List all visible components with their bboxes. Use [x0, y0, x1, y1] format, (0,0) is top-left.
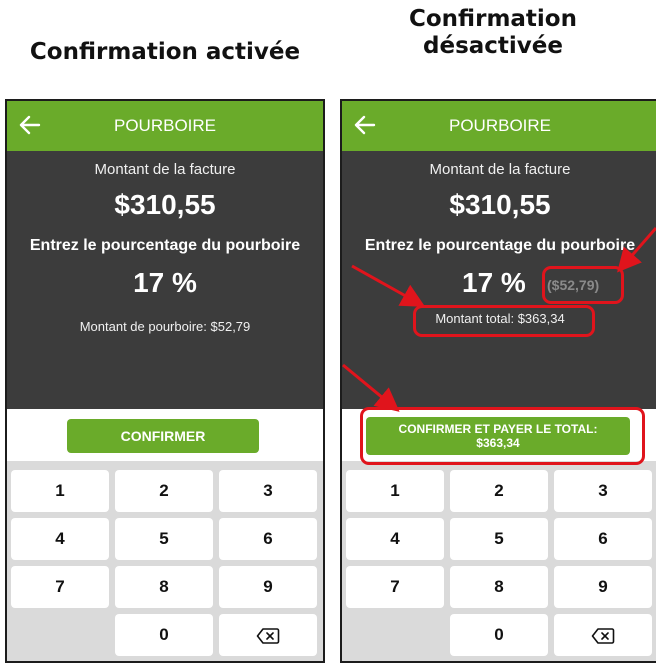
key-3[interactable]: 3 — [219, 470, 317, 512]
key-0[interactable]: 0 — [115, 614, 213, 656]
pay-button-line-2: $363,34 — [476, 436, 520, 450]
page-title: POURBOIRE — [448, 116, 552, 135]
key-9[interactable]: 9 — [554, 566, 652, 608]
key-4[interactable]: 4 — [346, 518, 444, 560]
bill-amount: $310,55 — [449, 189, 551, 220]
backspace-key[interactable] — [554, 614, 652, 656]
key-1[interactable]: 1 — [346, 470, 444, 512]
tip-panel: Montant de la facture $310,55 Entrez le … — [7, 151, 323, 409]
key-2[interactable]: 2 — [450, 470, 548, 512]
tip-amount-line: Montant de pourboire: $52,79 — [79, 319, 251, 334]
phone-screen-left: POURBOIRE Montant de la facture $310,55 … — [5, 99, 325, 663]
key-4[interactable]: 4 — [11, 518, 109, 560]
backspace-key[interactable] — [219, 614, 317, 656]
tip-prompt: Entrez le pourcentage du pourboire — [29, 237, 301, 254]
key-2[interactable]: 2 — [115, 470, 213, 512]
caption-line-2: désactivée — [423, 33, 563, 59]
key-3[interactable]: 3 — [554, 470, 652, 512]
phone-screen-right: POURBOIRE Montant de la facture $310,55 … — [340, 99, 656, 663]
bill-amount: $310,55 — [114, 189, 216, 220]
key-1[interactable]: 1 — [11, 470, 109, 512]
total-amount-line: Montant total: $363,34 — [435, 311, 565, 326]
tip-panel: Montant de la facture $310,55 Entrez le … — [342, 151, 656, 409]
backspace-icon — [256, 627, 280, 644]
backspace-icon — [591, 627, 615, 644]
key-5[interactable]: 5 — [450, 518, 548, 560]
key-7[interactable]: 7 — [346, 566, 444, 608]
tip-percent: 17 % — [462, 267, 526, 298]
key-9[interactable]: 9 — [219, 566, 317, 608]
app-bar: POURBOIRE — [7, 101, 323, 151]
confirm-button[interactable]: CONFIRMER — [67, 419, 259, 453]
key-6[interactable]: 6 — [219, 518, 317, 560]
tip-percent: 17 % — [133, 267, 197, 298]
tip-amount-grey: ($52,79) — [547, 277, 600, 293]
caption-confirmation-enabled: Confirmation activée — [29, 39, 301, 65]
caption-line-1: Confirmation — [409, 6, 577, 32]
app-bar: POURBOIRE — [342, 101, 656, 151]
key-5[interactable]: 5 — [115, 518, 213, 560]
caption-confirmation-disabled: Confirmation désactivée — [330, 6, 656, 60]
key-6[interactable]: 6 — [554, 518, 652, 560]
key-8[interactable]: 8 — [115, 566, 213, 608]
keypad: 1 2 3 4 5 6 7 8 9 0 — [342, 461, 656, 661]
key-7[interactable]: 7 — [11, 566, 109, 608]
confirm-and-pay-button[interactable]: CONFIRMER ET PAYER LE TOTAL: $363,34 — [366, 417, 630, 455]
tip-prompt: Entrez le pourcentage du pourboire — [364, 237, 636, 254]
keypad: 1 2 3 4 5 6 7 8 9 0 — [7, 461, 323, 661]
pay-button-line-1: CONFIRMER ET PAYER LE TOTAL: — [398, 422, 598, 436]
button-area: CONFIRMER ET PAYER LE TOTAL: $363,34 — [342, 409, 656, 461]
key-8[interactable]: 8 — [450, 566, 548, 608]
bill-label: Montant de la facture — [94, 161, 236, 178]
bill-label: Montant de la facture — [429, 161, 571, 178]
page-title: POURBOIRE — [113, 116, 217, 135]
button-area: CONFIRMER — [7, 409, 323, 461]
key-0[interactable]: 0 — [450, 614, 548, 656]
